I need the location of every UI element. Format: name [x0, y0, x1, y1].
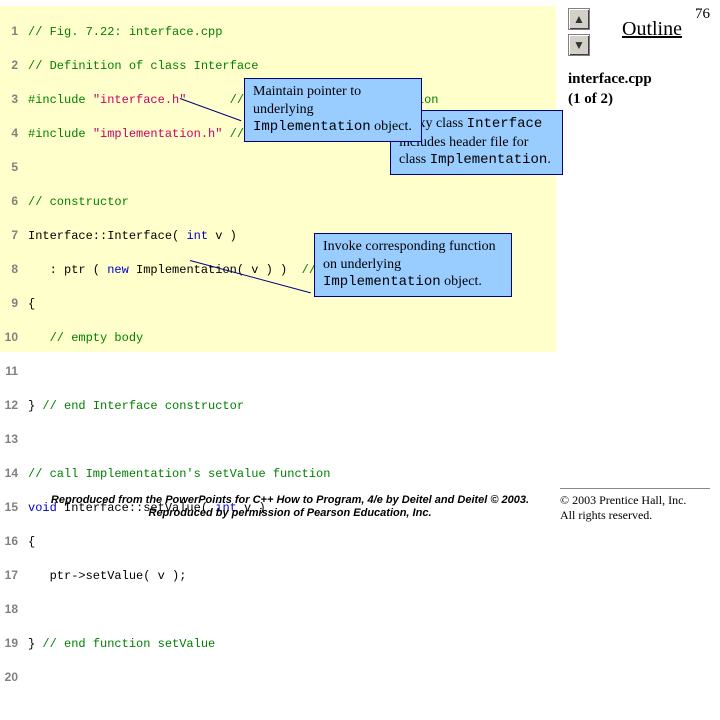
file-label: interface.cpp (1 of 2)	[568, 70, 652, 109]
page-number: 76	[695, 6, 710, 23]
code-l1: // Fig. 7.22: interface.cpp	[28, 25, 222, 39]
file-part: (1 of 2)	[568, 91, 613, 107]
nav-up-button[interactable]: ▲	[568, 8, 590, 30]
callout-invoke: Invoke corresponding function on underly…	[314, 233, 512, 297]
code-l2: // Definition of class Interface	[28, 59, 258, 73]
file-name: interface.cpp	[568, 71, 652, 87]
callout-pointer: Maintain pointer to underlying Implement…	[244, 78, 422, 142]
reproduced-note: Reproduced from the PowerPoints for C++ …	[40, 494, 540, 520]
slide: 76 Outline ▲ ▼ interface.cpp (1 of 2) 1/…	[0, 0, 720, 540]
outline-label: Outline	[622, 18, 682, 41]
code-block: 1// Fig. 7.22: interface.cpp 2// Definit…	[0, 6, 556, 352]
nav-down-button[interactable]: ▼	[568, 34, 590, 56]
copyright: © 2003 Prentice Hall, Inc. All rights re…	[560, 488, 710, 522]
